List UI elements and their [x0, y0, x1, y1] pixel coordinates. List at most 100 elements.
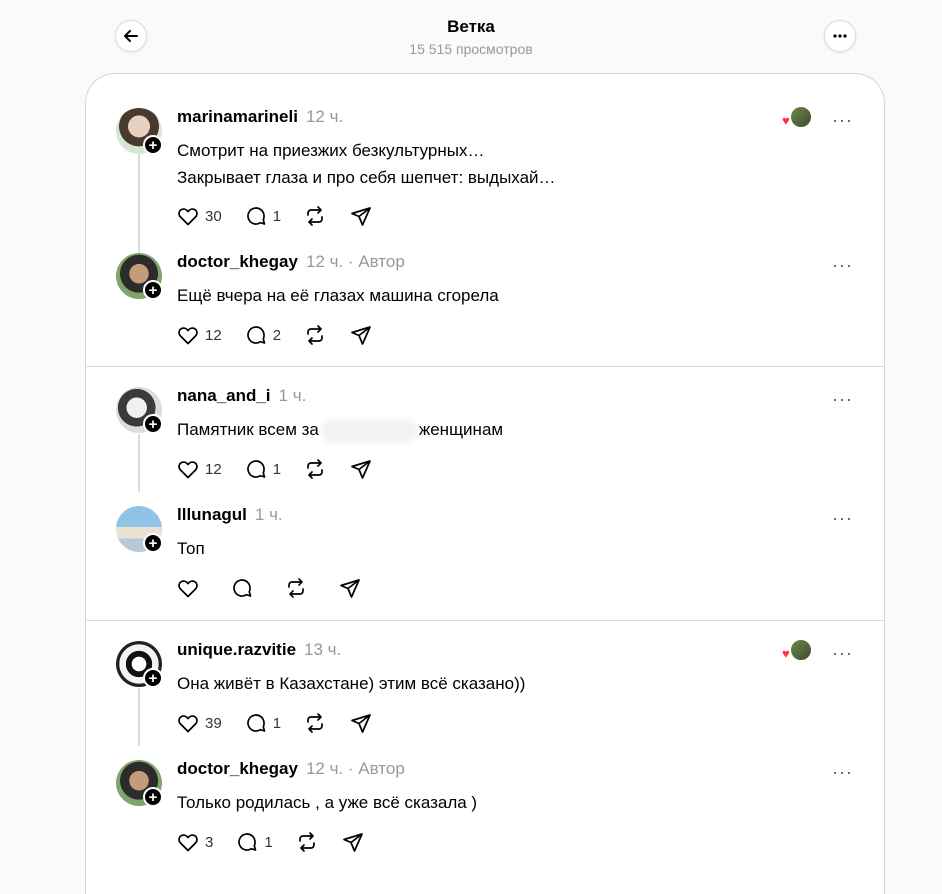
- send-icon: [340, 579, 360, 598]
- username[interactable]: doctor_khegay: [177, 759, 298, 778]
- author-liked-indicator: ♥: [782, 106, 812, 130]
- comment-icon: [246, 326, 266, 344]
- heart-icon: [178, 208, 198, 226]
- share-button[interactable]: [338, 576, 362, 600]
- follow-plus-icon[interactable]: +: [143, 280, 163, 300]
- author-mini-avatar: [790, 106, 812, 128]
- repost-button[interactable]: [284, 576, 308, 600]
- post-more-icon[interactable]: ···: [832, 389, 853, 410]
- header-more-button[interactable]: [824, 20, 856, 52]
- like-button[interactable]: [176, 576, 200, 600]
- post-more-icon[interactable]: ···: [832, 255, 853, 276]
- reply-count: 1: [272, 714, 282, 732]
- post-time: 12 ч.: [305, 759, 344, 778]
- repost-icon: [307, 713, 323, 733]
- username[interactable]: marinamarineli: [177, 107, 298, 126]
- repost-icon: [288, 578, 304, 598]
- like-button[interactable]: 30: [176, 204, 222, 228]
- post-more-icon[interactable]: ···: [832, 508, 853, 529]
- post-time: 12 ч.: [305, 252, 344, 271]
- reply-button[interactable]: [230, 576, 254, 600]
- post-time: 13 ч.: [304, 640, 342, 659]
- username[interactable]: doctor_khegay: [177, 252, 298, 271]
- username[interactable]: lllunagul: [177, 505, 247, 524]
- post-more-icon[interactable]: ···: [832, 110, 853, 131]
- username[interactable]: nana_and_i: [177, 386, 271, 405]
- post-more-icon[interactable]: ···: [832, 643, 853, 664]
- post-text: Памятник всем за женщинам: [177, 416, 503, 443]
- send-icon: [342, 833, 363, 852]
- repost-button[interactable]: [303, 457, 327, 481]
- like-button[interactable]: 3: [176, 830, 213, 854]
- blurred-text: [320, 418, 417, 443]
- like-count: 30: [205, 207, 222, 225]
- follow-plus-icon[interactable]: +: [143, 668, 163, 688]
- post-actions: 12 2: [176, 323, 395, 347]
- repost-button[interactable]: [303, 711, 327, 735]
- heart-icon: [178, 327, 198, 345]
- repost-icon: [307, 459, 323, 479]
- thread-connector: [138, 434, 140, 492]
- follow-plus-icon[interactable]: +: [143, 414, 163, 434]
- reply-button[interactable]: 1: [244, 204, 281, 228]
- like-button[interactable]: 39: [176, 711, 222, 735]
- heart-icon: ♥: [782, 646, 790, 661]
- follow-plus-icon[interactable]: +: [143, 533, 163, 553]
- post-text: Смотрит на приезжих безкультурных… Закры…: [177, 141, 556, 187]
- share-button[interactable]: [341, 830, 365, 854]
- share-button[interactable]: [349, 711, 373, 735]
- username[interactable]: unique.razvitie: [177, 640, 296, 659]
- post-actions: 39 1: [176, 711, 395, 735]
- like-button[interactable]: 12: [176, 323, 222, 347]
- post-actions: 3 1: [176, 830, 387, 854]
- reply-count: 1: [272, 207, 282, 225]
- like-count: 3: [205, 833, 214, 851]
- like-button[interactable]: 12: [176, 457, 222, 481]
- post-time: 1 ч.: [254, 505, 283, 524]
- repost-icon: [307, 325, 323, 345]
- reply-button[interactable]: 1: [244, 711, 281, 735]
- reply-button[interactable]: 1: [235, 830, 273, 854]
- comment-icon: [246, 207, 266, 225]
- heart-icon: [178, 834, 198, 852]
- reply-button[interactable]: 1: [244, 457, 281, 481]
- post-time: 12 ч.: [305, 107, 344, 126]
- comment-icon: [246, 460, 266, 478]
- view-count: 15 515 просмотров: [409, 41, 533, 57]
- heart-icon: [178, 580, 198, 598]
- post-time: 1 ч.: [278, 386, 307, 405]
- heart-icon: [178, 461, 198, 479]
- post-actions: [176, 576, 384, 600]
- repost-icon: [307, 206, 323, 226]
- comment-icon: [233, 579, 252, 597]
- post-actions: 30 1: [176, 204, 395, 228]
- post-more-icon[interactable]: ···: [832, 762, 853, 783]
- reply-count: 2: [272, 326, 282, 344]
- like-count: 12: [205, 326, 222, 344]
- repost-button[interactable]: [303, 204, 327, 228]
- post-actions: 12 1: [176, 457, 395, 481]
- author-tag: · Автор: [347, 252, 405, 271]
- repost-icon: [298, 832, 315, 852]
- send-icon: [351, 207, 371, 226]
- author-tag: · Автор: [347, 759, 405, 778]
- like-count: 39: [205, 714, 222, 732]
- repost-button[interactable]: [303, 323, 327, 347]
- heart-icon: [178, 715, 198, 733]
- reply-button[interactable]: 2: [244, 323, 281, 347]
- comment-icon: [246, 714, 266, 732]
- send-icon: [351, 326, 371, 345]
- send-icon: [351, 714, 371, 733]
- follow-plus-icon[interactable]: +: [143, 787, 163, 807]
- page-header: Ветка 15 515 просмотров: [0, 0, 942, 70]
- repost-button[interactable]: [295, 830, 319, 854]
- post-text: Она живёт в Казахстане) этим всё сказано…: [177, 674, 526, 693]
- share-button[interactable]: [349, 204, 373, 228]
- follow-plus-icon[interactable]: +: [143, 135, 163, 155]
- share-button[interactable]: [349, 323, 373, 347]
- share-button[interactable]: [349, 457, 373, 481]
- thread-divider: [86, 366, 884, 367]
- reply-count: 1: [264, 833, 273, 851]
- send-icon: [351, 460, 371, 479]
- post-text: Только родилась , а уже всё сказала ): [177, 793, 478, 812]
